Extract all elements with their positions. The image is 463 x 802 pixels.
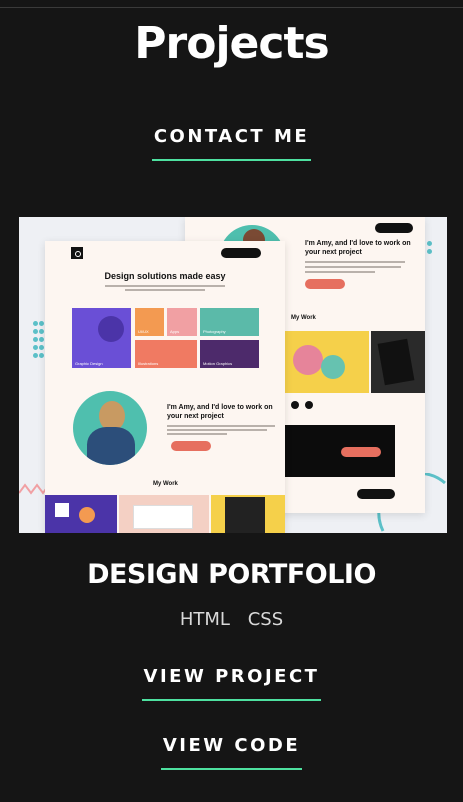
front-hero-heading: Design solutions made easy <box>104 271 226 281</box>
front-about-heading: I'm Amy, and I'd love to work on your ne… <box>167 404 273 420</box>
page-title: Projects <box>134 18 329 69</box>
front-coral-button <box>171 441 211 451</box>
tile-graphic-design: Graphic Design <box>72 308 131 368</box>
contact-link-wrapper: CONTACT ME <box>0 126 463 161</box>
view-code-link[interactable]: VIEW CODE <box>160 735 303 770</box>
logo-icon <box>71 247 83 259</box>
view-project-wrapper: VIEW PROJECT <box>0 666 463 701</box>
tag-html: HTML <box>179 609 230 630</box>
carousel-next-icon <box>305 401 313 409</box>
tag-css: CSS <box>247 609 284 630</box>
back-cta-pill <box>375 223 413 233</box>
front-avatar-photo <box>73 391 147 465</box>
tile-uiux: UI/UX <box>135 308 164 336</box>
back-coral-button <box>305 279 345 289</box>
view-code-wrapper: VIEW CODE <box>0 735 463 770</box>
back-my-work: My Work <box>291 315 316 321</box>
view-project-link[interactable]: VIEW PROJECT <box>141 666 322 701</box>
tile-photography: Photography <box>200 308 259 336</box>
tile-motion-graphics: Motion Graphics <box>200 340 259 368</box>
project-title: DESIGN PORTFOLIO <box>87 559 376 590</box>
front-cta-pill <box>221 248 261 258</box>
tile-apps: Apps <box>167 308 197 336</box>
tile-illustrations: Illustrations <box>135 340 197 368</box>
preview-front-page: Design solutions made easy Graphic Desig… <box>45 241 285 533</box>
top-divider <box>0 0 463 8</box>
carousel-prev-icon <box>291 401 299 409</box>
project-preview-image[interactable]: I'm Amy, and I'd love to work on your ne… <box>19 217 447 533</box>
front-my-work: My Work <box>153 481 178 487</box>
project-tags: HTML CSS <box>0 609 463 630</box>
back-about-heading: I'm Amy, and I'd love to work on your ne… <box>305 240 411 256</box>
back-contact-panel <box>285 425 395 477</box>
contact-me-link[interactable]: CONTACT ME <box>151 126 312 161</box>
